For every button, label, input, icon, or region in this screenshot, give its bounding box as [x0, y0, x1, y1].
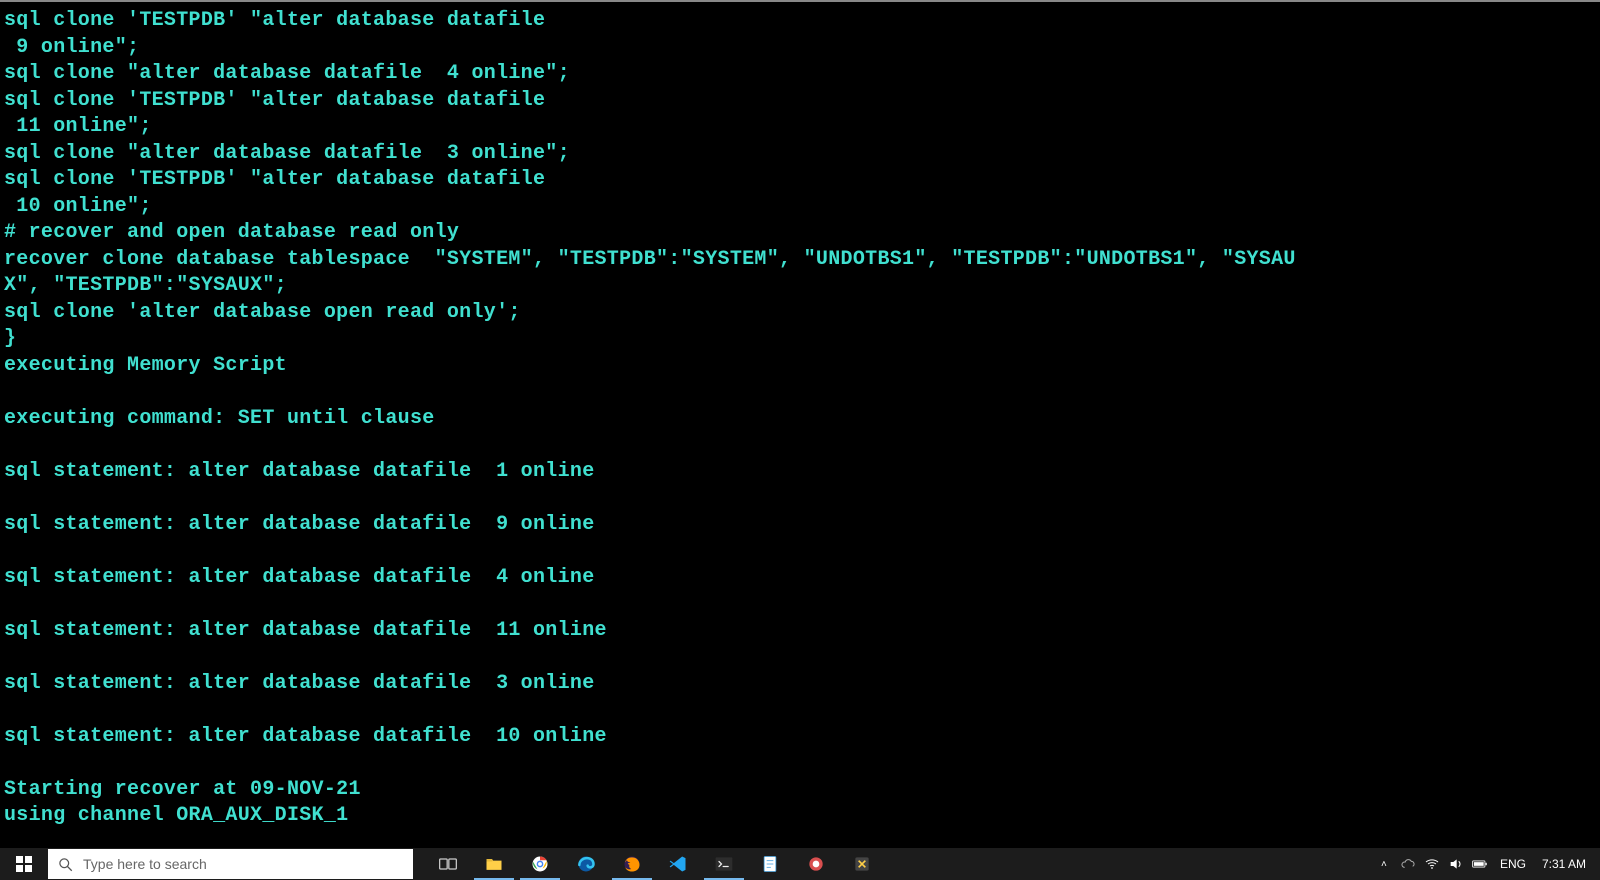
terminal-line: executing Memory Script — [4, 353, 1596, 380]
terminal-output[interactable]: sql clone 'TESTPDB' "alter database data… — [0, 0, 1600, 848]
terminal-line: X", "TESTPDB":"SYSAUX"; — [4, 273, 1596, 300]
chevron-up-icon: ˄ — [1381, 859, 1387, 870]
terminal-line — [4, 432, 1596, 459]
terminal-icon — [714, 854, 734, 874]
terminal-line: sql clone "alter database datafile 3 onl… — [4, 141, 1596, 168]
app-icon — [806, 854, 826, 874]
tray-overflow-chevron[interactable]: ˄ — [1376, 856, 1392, 872]
tray-network[interactable] — [1424, 856, 1440, 872]
tray-clock[interactable]: 7:31 AM — [1538, 857, 1594, 871]
terminal-line — [4, 538, 1596, 565]
terminal-line: 11 online"; — [4, 114, 1596, 141]
battery-icon — [1472, 856, 1488, 872]
app-icon — [852, 854, 872, 874]
terminal-line — [4, 485, 1596, 512]
wifi-icon — [1424, 856, 1440, 872]
taskbar-search[interactable]: Type here to search — [48, 849, 413, 879]
terminal-line: sql statement: alter database datafile 1… — [4, 459, 1596, 486]
terminal-line: using channel ORA_AUX_DISK_1 — [4, 803, 1596, 830]
system-tray: ˄ ENG 7:31 AM — [1376, 848, 1600, 880]
chrome-icon — [530, 854, 550, 874]
folder-icon — [484, 854, 504, 874]
taskbar-app-notepad[interactable] — [747, 848, 793, 880]
speaker-icon — [1448, 856, 1464, 872]
terminal-line: sql statement: alter database datafile 1… — [4, 618, 1596, 645]
terminal-line: sql clone 'TESTPDB' "alter database data… — [4, 88, 1596, 115]
terminal-line: } — [4, 326, 1596, 353]
taskbar-app-vscode[interactable] — [655, 848, 701, 880]
terminal-line: sql clone 'alter database open read only… — [4, 300, 1596, 327]
taskbar-app-chrome[interactable] — [517, 848, 563, 880]
windows-logo-icon — [16, 856, 32, 872]
terminal-line: 10 online"; — [4, 194, 1596, 221]
notepad-icon — [760, 854, 780, 874]
terminal-line: sql statement: alter database datafile 4… — [4, 565, 1596, 592]
tray-onedrive[interactable] — [1400, 856, 1416, 872]
tray-volume[interactable] — [1448, 856, 1464, 872]
terminal-line: recover clone database tablespace "SYSTE… — [4, 247, 1596, 274]
vscode-icon — [668, 854, 688, 874]
terminal-line: sql clone 'TESTPDB' "alter database data… — [4, 167, 1596, 194]
terminal-line: sql statement: alter database datafile 3… — [4, 671, 1596, 698]
search-placeholder: Type here to search — [83, 856, 207, 872]
task-view-icon — [438, 854, 458, 874]
start-button[interactable] — [0, 848, 48, 880]
cloud-icon — [1400, 856, 1416, 872]
edge-icon — [576, 854, 596, 874]
terminal-line: sql clone 'TESTPDB' "alter database data… — [4, 8, 1596, 35]
terminal-line — [4, 697, 1596, 724]
windows-taskbar: Type here to search — [0, 848, 1600, 880]
terminal-line: # recover and open database read only — [4, 220, 1596, 247]
taskbar-app-edge[interactable] — [563, 848, 609, 880]
taskbar-app-generic-1[interactable] — [793, 848, 839, 880]
terminal-line: sql clone "alter database datafile 4 onl… — [4, 61, 1596, 88]
terminal-line: executing command: SET until clause — [4, 406, 1596, 433]
taskbar-app-file-explorer[interactable] — [471, 848, 517, 880]
firefox-icon — [622, 854, 642, 874]
taskbar-apps — [425, 848, 885, 880]
task-view-button[interactable] — [425, 848, 471, 880]
taskbar-app-generic-2[interactable] — [839, 848, 885, 880]
terminal-line — [4, 591, 1596, 618]
terminal-line: Starting recover at 09-NOV-21 — [4, 777, 1596, 804]
terminal-line: sql statement: alter database datafile 1… — [4, 724, 1596, 751]
taskbar-app-firefox[interactable] — [609, 848, 655, 880]
terminal-line — [4, 379, 1596, 406]
tray-battery[interactable] — [1472, 856, 1488, 872]
taskbar-app-terminal[interactable] — [701, 848, 747, 880]
terminal-line: 9 online"; — [4, 35, 1596, 62]
search-icon — [58, 857, 73, 872]
tray-language[interactable]: ENG — [1496, 857, 1530, 871]
terminal-line — [4, 644, 1596, 671]
terminal-line — [4, 750, 1596, 777]
terminal-line: sql statement: alter database datafile 9… — [4, 512, 1596, 539]
